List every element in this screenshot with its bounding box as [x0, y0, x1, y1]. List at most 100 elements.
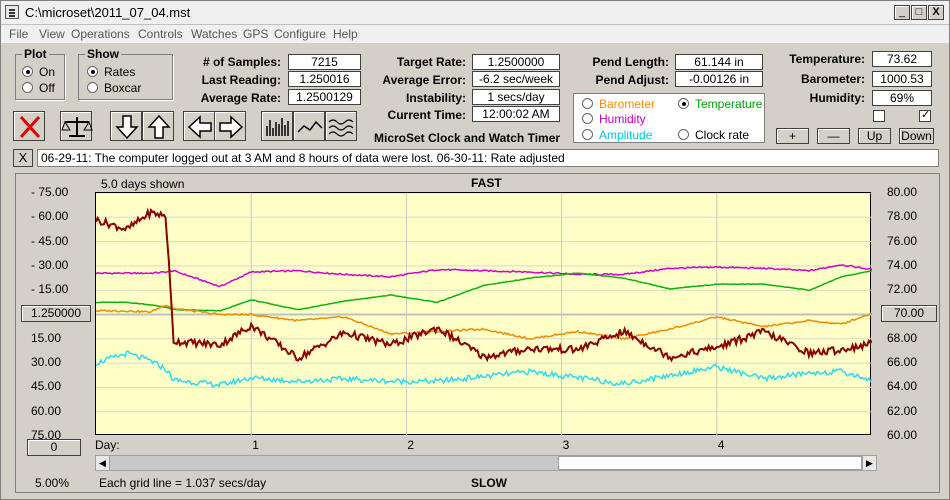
minimize-button[interactable]: _ [894, 5, 910, 20]
down-button[interactable]: Down [899, 128, 934, 144]
left-tick-label: 15.00 [31, 330, 62, 345]
last-reading-value: 1.250016 [288, 71, 361, 87]
percent-label: 5.00% [35, 476, 70, 490]
current-time-value: 12:00:02 AM [472, 106, 560, 122]
title-bar[interactable]: C:\microset\2011_07_04.mst _ □ X [1, 1, 949, 25]
message-close-button[interactable]: X [13, 149, 33, 167]
plot-group: Plot On Off [15, 47, 65, 100]
x-tick-label: 3 [562, 438, 570, 452]
average-rate-label: Average Rate: [200, 91, 281, 105]
humidity-value: 69% [872, 90, 932, 106]
arrow-right-icon [219, 115, 244, 139]
app-window: C:\microset\2011_07_04.mst _ □ X File Vi… [0, 0, 950, 500]
plus-button[interactable]: + [776, 128, 809, 144]
scroll-thumb[interactable] [558, 456, 862, 470]
humidity-label: Humidity: [809, 91, 865, 105]
instability-value: 1 secs/day [472, 89, 560, 105]
menu-watches[interactable]: Watches [191, 27, 237, 41]
arrow-left-button[interactable] [183, 111, 215, 141]
show-boxcar-radio[interactable]: Boxcar [87, 81, 141, 95]
pend-adjust-label: Pend Adjust: [595, 73, 669, 87]
pend-adjust-value: -0.00126 in [675, 71, 763, 87]
horizontal-scrollbar[interactable]: ◀ ▶ [95, 455, 877, 471]
menu-view[interactable]: View [39, 27, 65, 41]
arrow-down-icon [115, 115, 139, 140]
maximize-button[interactable]: □ [911, 5, 927, 20]
barometer-value: 1000.53 [872, 71, 932, 87]
current-time-label: Current Time: [387, 108, 466, 122]
left-tick-label: 45.00 [31, 379, 62, 394]
app-name-label: MicroSet Clock and Watch Timer [374, 131, 561, 145]
arrow-up-button[interactable] [142, 111, 174, 141]
menu-configure[interactable]: Configure [274, 27, 326, 41]
barometer-label: Barometer: [800, 72, 865, 86]
menu-operations[interactable]: Operations [71, 27, 130, 41]
plot-on-radio[interactable]: On [22, 65, 55, 79]
radio-dot-icon [678, 98, 689, 109]
samples-label: # of Samples: [202, 55, 281, 69]
bar-view-button[interactable] [261, 111, 293, 141]
menu-file[interactable]: File [9, 27, 28, 41]
day-axis-label: Day: [95, 438, 120, 452]
line-view-button[interactable] [293, 111, 325, 141]
series-barometer-radio[interactable]: Barometer [582, 97, 655, 111]
right-tick-label: 66.00 [887, 355, 918, 370]
scroll-right-arrow-icon[interactable]: ▶ [862, 456, 876, 470]
x-tick-label: 4 [717, 438, 725, 452]
right-tick-label: 60.00 [887, 428, 918, 442]
balance-button[interactable] [60, 111, 93, 141]
average-rate-value: 1.2500129 [288, 89, 361, 105]
right-tick-label: 78.00 [887, 209, 918, 224]
radio-dot-icon [22, 82, 33, 93]
temperature-value: 73.62 [872, 51, 932, 67]
right-tick-label: 62.00 [887, 403, 918, 418]
scroll-track[interactable] [110, 456, 558, 470]
graph-svg [95, 192, 873, 437]
temperature-label: Temperature: [789, 52, 865, 66]
plot-group-legend: Plot [22, 47, 49, 61]
minus-button[interactable]: — [817, 128, 850, 144]
target-rate-label: Target Rate: [396, 55, 466, 69]
close-button[interactable]: X [928, 5, 944, 20]
scroll-left-arrow-icon[interactable]: ◀ [96, 456, 110, 470]
wave-view-button[interactable] [325, 111, 357, 141]
left-tick-label: - 75.00 [31, 185, 69, 199]
show-group-legend: Show [85, 47, 121, 61]
series-temperature-radio[interactable]: Temperature [678, 97, 762, 111]
menu-gps[interactable]: GPS [243, 27, 268, 41]
balance-scale-icon [61, 117, 93, 137]
series-clock-rate-radio[interactable]: Clock rate [678, 128, 749, 142]
pend-length-label: Pend Length: [592, 55, 669, 69]
days-shown-label: 5.0 days shown [101, 177, 185, 191]
center-rate-button[interactable]: 1.250000 [21, 305, 91, 322]
series-line-temperature [96, 269, 873, 312]
arrow-down-button[interactable] [110, 111, 142, 141]
message-bar: 06-29-11: The computer logged out at 3 A… [37, 149, 939, 167]
samples-value: 7215 [288, 54, 361, 70]
average-error-value: -6.2 sec/week [472, 71, 560, 87]
grid-note-label: Each grid line = 1.037 secs/day [99, 476, 267, 490]
app-icon[interactable] [5, 5, 19, 19]
series-amplitude-radio[interactable]: Amplitude [582, 128, 652, 142]
left-tick-label: - 45.00 [31, 233, 69, 248]
right-tick-label: 64.00 [887, 379, 918, 394]
radio-dot-icon [22, 66, 33, 77]
menu-controls[interactable]: Controls [138, 27, 183, 41]
menu-bar: File View Operations Controls Watches GP… [1, 25, 949, 43]
show-rates-radio[interactable]: Rates [87, 65, 135, 79]
radio-dot-icon [582, 129, 593, 140]
up-button[interactable]: Up [858, 128, 891, 144]
clear-button[interactable] [13, 111, 45, 141]
checkbox-2[interactable] [919, 108, 931, 122]
series-humidity-radio[interactable]: Humidity [582, 112, 646, 126]
left-tick-label: - 30.00 [31, 257, 69, 272]
plot-off-radio[interactable]: Off [22, 81, 55, 95]
series-line-amplitude [95, 350, 873, 388]
menu-help[interactable]: Help [333, 27, 358, 41]
instability-label: Instability: [405, 91, 466, 105]
show-group: Show Rates Boxcar [78, 47, 173, 100]
radio-dot-icon [582, 98, 593, 109]
arrow-right-button[interactable] [214, 111, 246, 141]
center-temp-button[interactable]: 70.00 [881, 305, 937, 322]
checkbox-1[interactable] [873, 110, 885, 122]
